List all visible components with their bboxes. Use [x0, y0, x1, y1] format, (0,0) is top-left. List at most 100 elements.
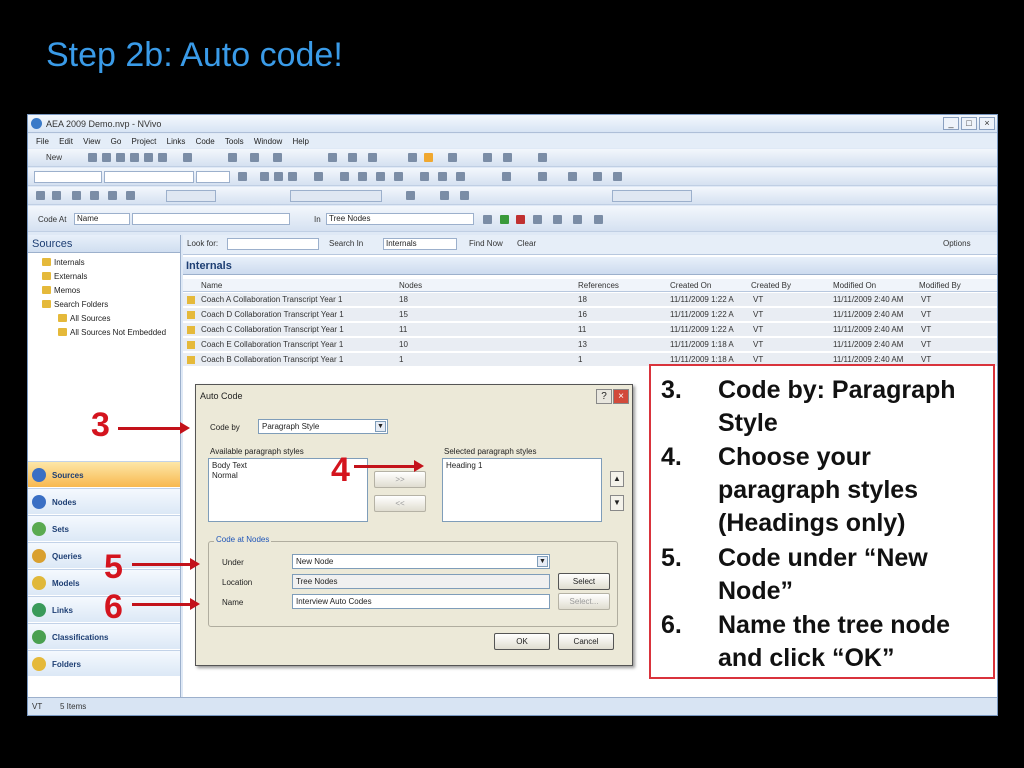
highlight-coding-icon[interactable] [613, 172, 622, 181]
code-button-icon[interactable] [483, 215, 492, 224]
under-select[interactable]: New Node ▼ [292, 554, 550, 569]
binoculars-icon[interactable] [502, 172, 511, 181]
uncode-icon[interactable] [568, 172, 577, 181]
menu-window[interactable]: Window [254, 137, 282, 146]
table-icon[interactable] [273, 153, 282, 162]
paste-icon[interactable] [144, 153, 153, 162]
timeline-slider[interactable] [290, 190, 382, 202]
style-select[interactable] [196, 171, 230, 183]
tree-item-search-folders[interactable]: Search Folders [42, 300, 108, 309]
chart-icon[interactable] [328, 153, 337, 162]
look-for-input[interactable] [227, 238, 319, 250]
clear-button[interactable]: Clear [517, 239, 536, 248]
format-icon[interactable] [158, 153, 167, 162]
cut-icon[interactable] [130, 153, 139, 162]
mark-icon[interactable] [460, 191, 469, 200]
font-name-select[interactable] [34, 171, 102, 183]
bold-icon[interactable] [260, 172, 269, 181]
code-selection-icon[interactable] [500, 215, 509, 224]
col-references[interactable]: References [578, 281, 619, 290]
skip-back-icon[interactable] [90, 191, 99, 200]
tree-item-externals[interactable]: Externals [42, 272, 87, 281]
play-mode-icon[interactable] [406, 191, 415, 200]
skip-forward-icon[interactable] [108, 191, 117, 200]
nav-sets[interactable]: Sets [28, 515, 180, 541]
col-modified-on[interactable]: Modified On [833, 281, 876, 290]
in-select[interactable]: Tree Nodes [326, 213, 474, 225]
align-left-icon[interactable] [340, 172, 349, 181]
save-icon[interactable] [88, 153, 97, 162]
indent-icon[interactable] [420, 172, 429, 181]
filter-icon[interactable] [483, 153, 492, 162]
menu-code[interactable]: Code [196, 137, 215, 146]
maximize-button[interactable]: □ [961, 117, 977, 130]
table-row[interactable]: Coach A Collaboration Transcript Year 1 1… [183, 293, 997, 307]
find-now-button[interactable]: Find Now [469, 239, 503, 248]
table-row[interactable]: Coach D Collaboration Transcript Year 1 1… [183, 308, 997, 322]
print-icon[interactable] [102, 153, 111, 162]
coding-icon[interactable] [538, 172, 547, 181]
new-button[interactable]: New [46, 153, 62, 162]
menu-file[interactable]: File [36, 137, 49, 146]
add-style-button[interactable]: >> [374, 471, 426, 488]
menu-project[interactable]: Project [132, 137, 157, 146]
nav-nodes[interactable]: Nodes [28, 488, 180, 514]
font-color-icon[interactable] [238, 172, 247, 181]
list-icon[interactable] [228, 153, 237, 162]
dialog-close-button[interactable]: × [613, 389, 629, 404]
ok-button[interactable]: OK [494, 633, 550, 650]
new-node-icon[interactable] [533, 215, 542, 224]
menu-edit[interactable]: Edit [59, 137, 73, 146]
search-in-field[interactable]: Internals [383, 238, 457, 250]
transcript-select[interactable] [612, 190, 692, 202]
select-location-button[interactable]: Select [558, 573, 610, 590]
close-button[interactable]: × [979, 117, 995, 130]
underline-icon[interactable] [288, 172, 297, 181]
italic-icon[interactable] [274, 172, 283, 181]
node-name-input[interactable]: Interview Auto Codes [292, 594, 550, 609]
copy-icon[interactable] [116, 153, 125, 162]
menu-tools[interactable]: Tools [225, 137, 244, 146]
insert-row-icon[interactable] [440, 191, 449, 200]
rewind-icon[interactable] [72, 191, 81, 200]
nav-sources[interactable]: Sources [28, 461, 180, 487]
menu-links[interactable]: Links [167, 137, 186, 146]
col-modified-by[interactable]: Modified By [919, 281, 961, 290]
table-row[interactable]: Coach E Collaboration Transcript Year 1 1… [183, 338, 997, 352]
col-created-by[interactable]: Created By [751, 281, 791, 290]
menu-help[interactable]: Help [293, 137, 309, 146]
table-row[interactable]: Coach C Collaboration Transcript Year 1 1… [183, 323, 997, 337]
font-size-select[interactable] [104, 171, 194, 183]
menu-go[interactable]: Go [111, 137, 122, 146]
coding-tree-icon[interactable] [573, 215, 582, 224]
tree-item-all-sources[interactable]: All Sources [58, 314, 110, 323]
model-icon[interactable] [348, 153, 357, 162]
list-item[interactable]: Heading 1 [446, 461, 598, 471]
play-icon[interactable] [36, 191, 45, 200]
align-icon[interactable] [250, 153, 259, 162]
fast-forward-icon[interactable] [126, 191, 135, 200]
menu-view[interactable]: View [83, 137, 100, 146]
link-icon[interactable] [368, 153, 377, 162]
uncode-selection-icon[interactable] [516, 215, 525, 224]
remove-style-button[interactable]: << [374, 495, 426, 512]
outdent-icon[interactable] [438, 172, 447, 181]
cancel-button[interactable]: Cancel [558, 633, 614, 650]
align-center-icon[interactable] [358, 172, 367, 181]
tree-item-memos[interactable]: Memos [42, 286, 80, 295]
col-name[interactable]: Name [201, 281, 222, 290]
options-button[interactable]: Options [943, 239, 971, 248]
highlight-icon[interactable] [314, 172, 323, 181]
col-nodes[interactable]: Nodes [399, 281, 422, 290]
bullets-icon[interactable] [456, 172, 465, 181]
code-by-select[interactable]: Paragraph Style ▼ [258, 419, 388, 434]
code-at-field[interactable] [132, 213, 290, 225]
stripes-icon[interactable] [593, 172, 602, 181]
move-up-button[interactable]: ▲ [610, 471, 624, 487]
help-button[interactable]: ? [596, 389, 612, 404]
select-name-button[interactable]: Select... [558, 593, 610, 610]
find-icon[interactable] [448, 153, 457, 162]
undo-icon[interactable] [183, 153, 192, 162]
selected-styles-list[interactable]: Heading 1 [442, 458, 602, 522]
align-right-icon[interactable] [376, 172, 385, 181]
